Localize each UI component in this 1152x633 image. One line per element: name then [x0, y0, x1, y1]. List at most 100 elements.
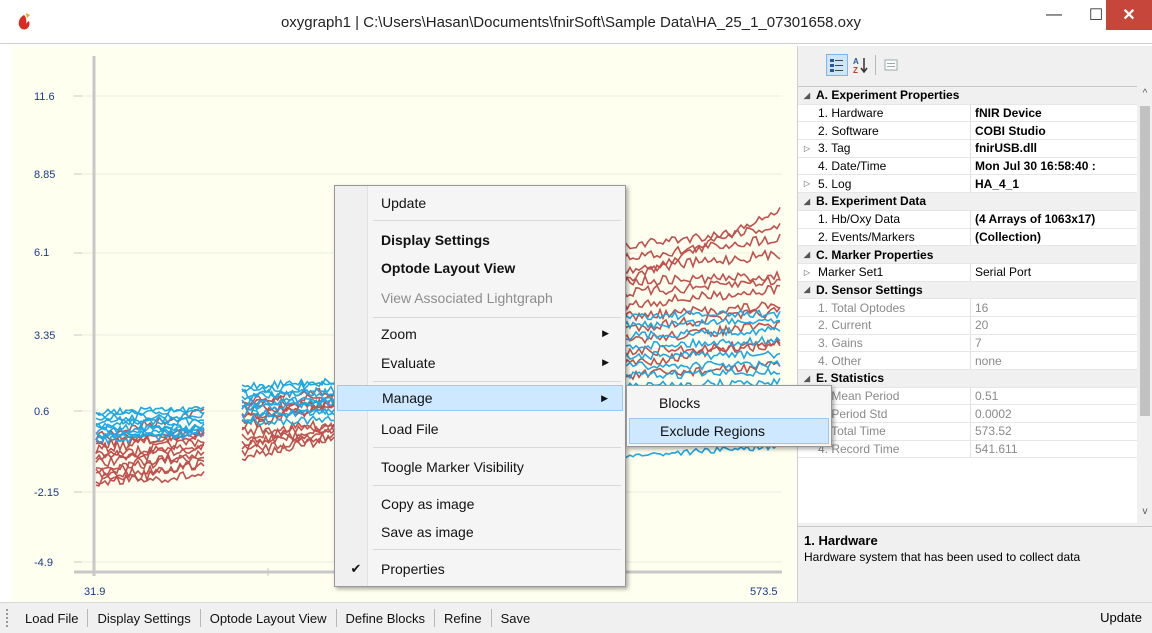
menu-separator — [373, 549, 621, 550]
close-button[interactable]: ✕ — [1106, 0, 1152, 30]
property-row[interactable]: 4. Date/Time Mon Jul 30 16:58:40 : — [798, 157, 1137, 176]
menu-item-manage[interactable]: Manage ▶ — [337, 385, 623, 411]
menu-separator — [373, 317, 621, 318]
property-name: 2. Period Std — [816, 405, 971, 423]
svg-text:Z: Z — [853, 66, 858, 74]
property-row[interactable]: 4. Record Time 541.611 — [798, 440, 1137, 459]
menu-item-label: Properties — [381, 561, 445, 577]
y-tick-label: 8.85 — [34, 169, 56, 181]
menu-item-copy-as-image[interactable]: Copy as image — [337, 491, 623, 517]
property-help-panel: 1. Hardware Hardware system that has bee… — [798, 526, 1152, 602]
property-name: 4. Date/Time — [816, 157, 971, 175]
update-button[interactable]: Update — [1100, 610, 1142, 625]
expand-triangle-icon[interactable]: ▷ — [798, 144, 816, 153]
property-value: 0.51 — [975, 389, 999, 404]
menu-item-label: View Associated Lightgraph — [381, 290, 553, 306]
submenu-arrow-icon: ▶ — [602, 328, 609, 338]
property-row[interactable]: 2. Events/Markers (Collection) — [798, 228, 1137, 247]
scrollbar-thumb[interactable] — [1140, 106, 1150, 416]
y-tick-label: 3.35 — [34, 330, 56, 342]
save-button[interactable]: Save — [492, 611, 540, 626]
property-row[interactable]: 2. Current 20 — [798, 316, 1137, 335]
property-row[interactable]: 1. Hardware fNIR Device — [798, 104, 1137, 123]
property-row[interactable]: 2. Period Std 0.0002 — [798, 405, 1137, 424]
property-row[interactable]: 1. Total Optodes 16 — [798, 299, 1137, 317]
collapse-triangle-icon[interactable]: ◢ — [798, 91, 816, 100]
property-table[interactable]: ◢ A. Experiment Properties 1. Hardware fNI… — [798, 86, 1137, 523]
category-label: D. Sensor Settings — [816, 282, 923, 297]
property-row[interactable]: ▷ 5. Log HA_4_1 — [798, 175, 1137, 194]
menu-item-label: Manage — [382, 390, 433, 406]
menu-item-properties[interactable]: ✔ Properties — [337, 556, 623, 582]
y-tick-label: 11.6 — [34, 91, 55, 103]
property-row[interactable]: 3. Gains 7 — [798, 334, 1137, 353]
property-row[interactable]: 1. Hb/Oxy Data (4 Arrays of 1063x17) — [798, 210, 1137, 229]
property-grid-scrollbar[interactable]: ^ v — [1137, 86, 1152, 523]
submenu-item-blocks[interactable]: Blocks — [629, 390, 829, 416]
scroll-down-icon[interactable]: v — [1137, 506, 1152, 517]
categorized-icon[interactable] — [826, 54, 848, 76]
refine-button[interactable]: Refine — [435, 611, 491, 626]
menu-item-update[interactable]: Update — [337, 190, 623, 216]
minimize-button[interactable]: — — [1031, 0, 1077, 30]
property-name: 4. Record Time — [816, 440, 971, 458]
display-settings-button[interactable]: Display Settings — [88, 611, 199, 626]
optode-layout-view-button[interactable]: Optode Layout View — [201, 611, 336, 626]
collapse-triangle-icon[interactable]: ◢ — [798, 285, 816, 294]
collapse-triangle-icon[interactable]: ◢ — [798, 250, 816, 259]
scroll-up-icon[interactable]: ^ — [1137, 88, 1152, 99]
manage-submenu: Blocks Exclude Regions — [626, 385, 832, 447]
category-label: A. Experiment Properties — [816, 88, 960, 103]
submenu-arrow-icon: ▶ — [601, 393, 608, 403]
load-file-button[interactable]: Load File — [16, 611, 87, 626]
property-name: 2. Software — [816, 122, 971, 140]
menu-item-load-file[interactable]: Load File — [337, 416, 623, 442]
menu-item-toggle-marker-visibility[interactable]: Toogle Marker Visibility — [337, 454, 623, 480]
menu-item-save-as-image[interactable]: Save as image — [337, 519, 623, 545]
property-row[interactable]: 3. Total Time 573.52 — [798, 423, 1137, 441]
property-row[interactable]: 2. Software COBI Studio — [798, 122, 1137, 141]
collapse-triangle-icon[interactable]: ◢ — [798, 374, 816, 383]
collapse-triangle-icon[interactable]: ◢ — [798, 197, 816, 206]
property-pages-icon[interactable] — [880, 54, 902, 76]
alphabetical-icon[interactable]: AZ — [850, 54, 872, 76]
menu-item-zoom[interactable]: Zoom ▶ — [337, 321, 623, 347]
property-value: Serial Port — [975, 265, 1032, 280]
property-value: (4 Arrays of 1063x17) — [975, 212, 1096, 227]
category-marker-properties[interactable]: ◢ C. Marker Properties — [798, 246, 1137, 264]
menu-item-label: Update — [381, 195, 427, 211]
menu-item-label: Evaluate — [381, 355, 436, 371]
define-blocks-button[interactable]: Define Blocks — [337, 611, 434, 626]
menu-item-view-associated-lightgraph[interactable]: View Associated Lightgraph — [337, 285, 623, 311]
y-tick-label: 6.1 — [34, 247, 50, 259]
help-title: 1. Hardware — [804, 533, 878, 548]
menu-item-display-settings[interactable]: Display Settings — [337, 227, 623, 253]
menu-item-label: Zoom — [381, 326, 417, 342]
property-value: 0.0002 — [975, 406, 1012, 421]
category-statistics[interactable]: ◢ E. Statistics — [798, 370, 1137, 388]
property-row[interactable]: 1. Mean Period 0.51 — [798, 387, 1137, 406]
property-row[interactable]: ▷ Marker Set1 Serial Port — [798, 263, 1137, 282]
category-experiment-properties[interactable]: ◢ A. Experiment Properties — [798, 87, 1137, 105]
menu-item-label: Optode Layout View — [381, 260, 516, 276]
category-experiment-data[interactable]: ◢ B. Experiment Data — [798, 193, 1137, 211]
menu-item-label: Blocks — [659, 395, 701, 411]
property-name: 3. Total Time — [816, 423, 971, 440]
menu-item-optode-layout-view[interactable]: Optode Layout View — [337, 255, 623, 281]
submenu-item-exclude-regions[interactable]: Exclude Regions — [629, 418, 829, 444]
toolbar-grip[interactable] — [6, 609, 16, 627]
bottom-toolbar: Load File Display Settings Optode Layout… — [0, 602, 1152, 633]
menu-item-label: Load File — [381, 421, 439, 437]
menu-item-evaluate[interactable]: Evaluate ▶ — [337, 350, 623, 376]
property-value: 7 — [975, 335, 982, 350]
expand-triangle-icon[interactable]: ▷ — [798, 179, 816, 188]
expand-triangle-icon[interactable]: ▷ — [798, 268, 816, 277]
context-menu: Update Display Settings Optode Layout Vi… — [334, 185, 626, 587]
property-value: 16 — [975, 300, 989, 315]
property-row[interactable]: 4. Other none — [798, 352, 1137, 370]
property-row[interactable]: ▷ 3. Tag fnirUSB.dll — [798, 140, 1137, 158]
category-sensor-settings[interactable]: ◢ D. Sensor Settings — [798, 281, 1137, 300]
window-title: oxygraph1 | C:\Users\Hasan\Documents\fni… — [280, 14, 862, 31]
category-label: C. Marker Properties — [816, 247, 934, 262]
toolbar-separator — [875, 55, 876, 75]
